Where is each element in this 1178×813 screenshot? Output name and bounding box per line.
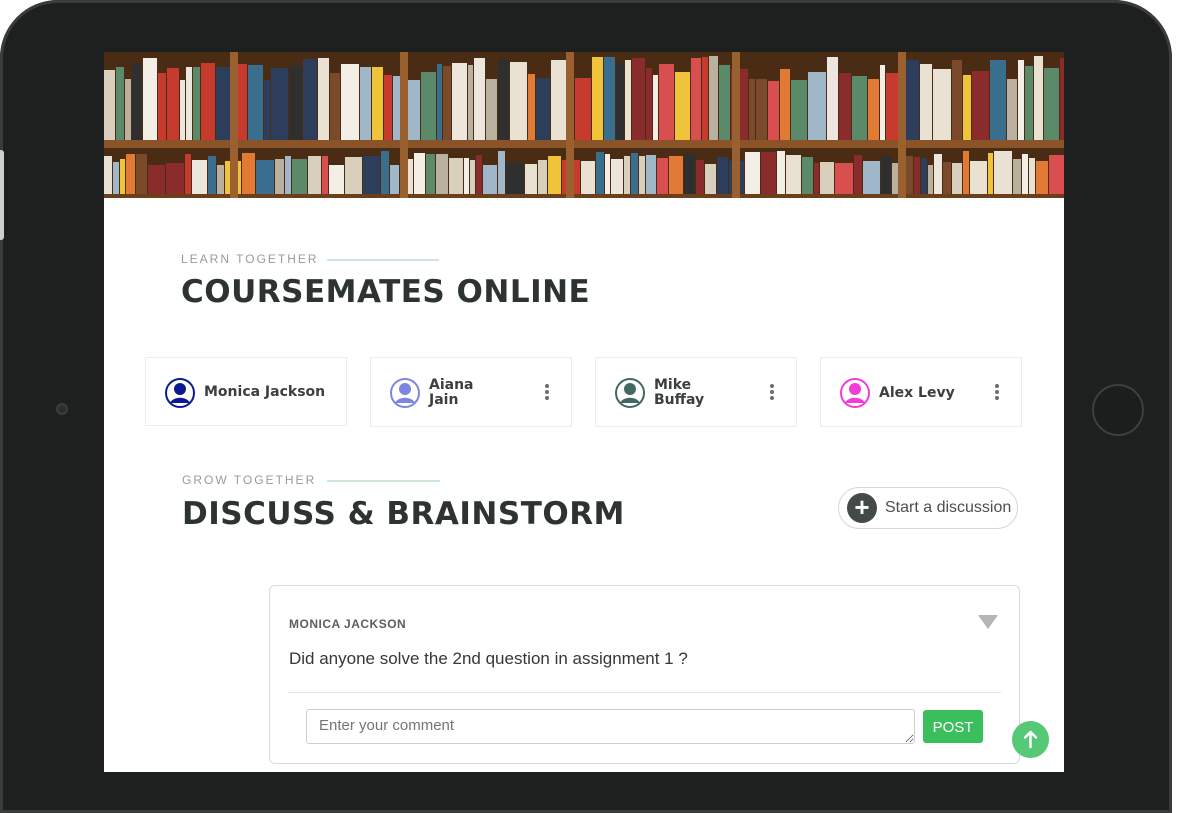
coursemate-first-name: Mike [654, 377, 692, 393]
bookshelf-banner [104, 52, 1064, 198]
section-title-coursemates: COURSEMATES ONLINE [181, 274, 591, 310]
user-icon [615, 378, 645, 408]
home-button[interactable] [1092, 384, 1144, 436]
triangle-down-icon[interactable] [978, 615, 998, 629]
kebab-icon[interactable] [770, 384, 774, 400]
scroll-to-top-button[interactable] [1012, 721, 1049, 758]
coursemate-first-name: Aiana [429, 377, 474, 393]
post-author: MONICA JACKSON [289, 617, 407, 631]
user-icon [165, 378, 195, 408]
divider [288, 692, 1001, 693]
comment-input[interactable] [306, 709, 915, 744]
start-discussion-button[interactable]: + Start a discussion [838, 487, 1018, 529]
coursemate-card[interactable]: Aiana Jain [370, 357, 572, 427]
coursemate-last-name: Buffay [654, 392, 705, 408]
eyebrow-divider [327, 480, 440, 482]
arrow-up-icon [1023, 730, 1038, 749]
section-eyebrow-learn: LEARN TOGETHER [181, 252, 319, 266]
kebab-icon[interactable] [995, 384, 999, 400]
plus-circle-icon: + [847, 493, 877, 523]
section-eyebrow-grow: GROW TOGETHER [182, 473, 317, 487]
post-button[interactable]: POST [923, 710, 983, 743]
discussion-post: MONICA JACKSON Did anyone solve the 2nd … [269, 585, 1020, 764]
coursemate-card[interactable]: Mike Buffay [595, 357, 797, 427]
coursemate-card[interactable]: Monica Jackson [145, 357, 347, 426]
user-icon [840, 378, 870, 408]
avatar [840, 378, 870, 408]
avatar [615, 378, 645, 408]
start-discussion-label: Start a discussion [885, 499, 1012, 516]
avatar [165, 378, 195, 408]
coursemate-name: Monica Jackson [204, 384, 326, 400]
coursemate-name: Aiana Jain [429, 378, 474, 408]
tablet-side-button [0, 150, 4, 240]
bookshelf-image [104, 52, 1064, 198]
eyebrow-divider [327, 259, 439, 261]
camera-icon [56, 403, 68, 415]
user-icon [390, 378, 420, 408]
coursemate-name: Mike Buffay [654, 378, 704, 408]
coursemate-name: Alex Levy [879, 385, 955, 401]
kebab-icon[interactable] [545, 384, 549, 400]
screen: LEARN TOGETHER COURSEMATES ONLINE Monica… [104, 52, 1064, 772]
post-text: Did anyone solve the 2nd question in ass… [289, 649, 688, 668]
avatar [390, 378, 420, 408]
coursemate-last-name: Jain [429, 392, 459, 408]
tablet-frame: LEARN TOGETHER COURSEMATES ONLINE Monica… [0, 0, 1172, 813]
section-title-discuss: DISCUSS & BRAINSTORM [182, 496, 625, 532]
coursemate-card[interactable]: Alex Levy [820, 357, 1022, 427]
